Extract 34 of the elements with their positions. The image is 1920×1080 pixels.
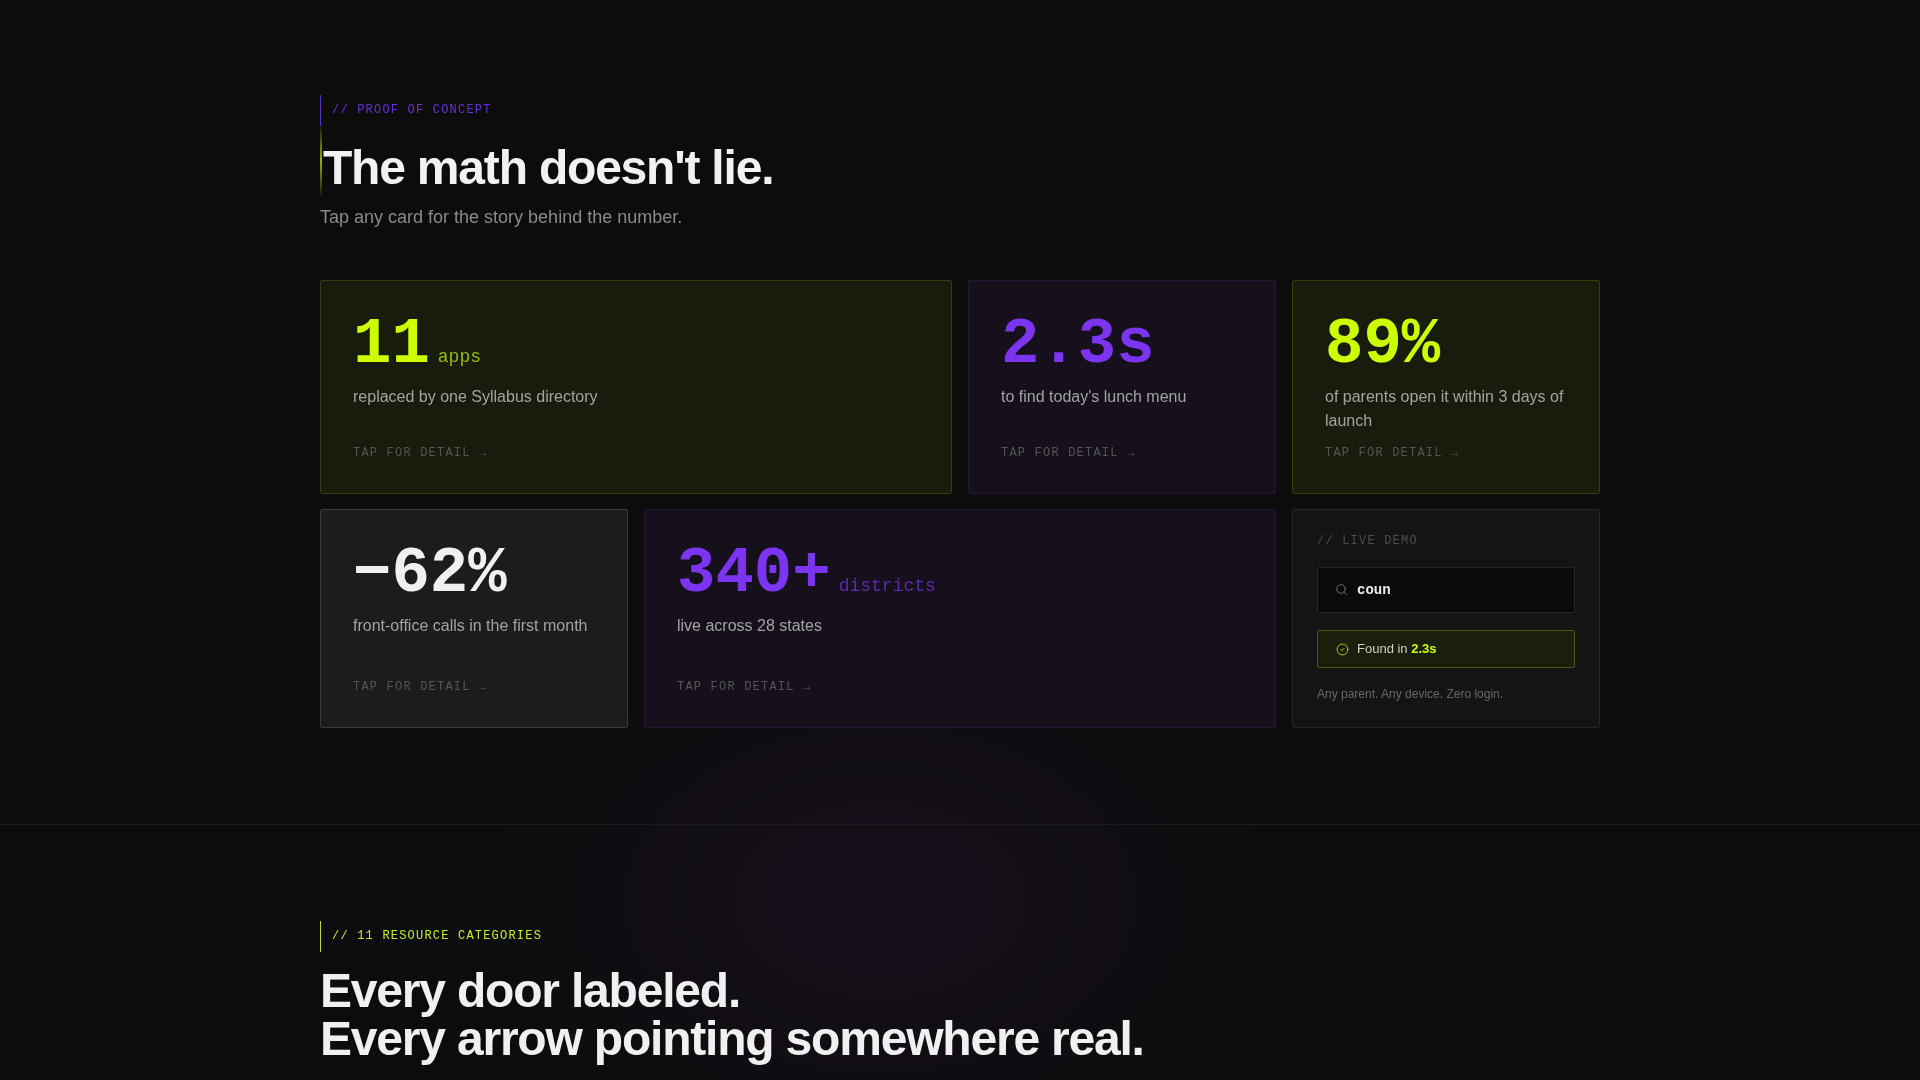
search-field[interactable]: coun — [1317, 567, 1575, 613]
stat-card[interactable]: 2.3s to find today's lunch menu TAP FOR DETAIL → — [968, 280, 1276, 494]
demo-caption: Any parent. Any device. Zero login. — [1317, 686, 1504, 702]
stat-card[interactable]: 11 apps replaced by one Syllabus directory TAP FOR DETAIL → — [320, 280, 952, 494]
stat-value: −62% — [353, 542, 507, 606]
stat-value: 340+ — [677, 542, 831, 606]
section-subtitle: Tap any card for the story behind the number. — [320, 206, 683, 229]
detail-hint: TAP FOR DETAIL → — [1325, 445, 1460, 461]
detail-hint: TAP FOR DETAIL → — [353, 679, 488, 695]
result-text: Found in 2.3s — [1357, 641, 1437, 657]
stat-description: to find today's lunch menu — [1001, 387, 1188, 407]
section-eyebrow: // 11 RESOURCE CATEGORIES — [320, 921, 543, 952]
demo-label: // LIVE DEMO — [1317, 533, 1418, 549]
stat-description: replaced by one Syllabus directory — [353, 387, 599, 407]
stat-description: front-office calls in the first month — [353, 616, 589, 636]
stat-value: 11 — [353, 313, 430, 377]
section-heading: The math doesn't lie. — [323, 141, 774, 194]
stat-description: live across 28 states — [677, 616, 823, 636]
section-heading: Every door labeled. — [320, 967, 741, 1015]
stat-unit: districts — [838, 575, 936, 597]
stat-unit: apps — [437, 346, 482, 368]
stat-card[interactable]: 89% of parents open it within 3 days of launch TAP FOR DETAIL → — [1292, 280, 1600, 494]
stat-description: of parents open it within 3 days of launch — [1325, 387, 1565, 431]
stat-value: 2.3s — [1001, 313, 1155, 377]
search-icon — [1335, 583, 1348, 596]
stat-card[interactable]: 340+districts live across 28 states TAP FOR DETAIL → — [644, 509, 1276, 728]
stat-card[interactable]: −62% front-office calls in the first month TAP FOR DETAIL → — [320, 509, 628, 728]
detail-hint: TAP FOR DETAIL → — [1001, 445, 1136, 461]
stat-value: 89% — [1325, 313, 1441, 377]
detail-hint: TAP FOR DETAIL → — [353, 445, 488, 461]
accent-line — [320, 126, 322, 196]
section-eyebrow: // PROOF OF CONCEPT — [320, 95, 492, 126]
check-circle-icon — [1336, 642, 1349, 656]
detail-hint: TAP FOR DETAIL → — [677, 679, 812, 695]
